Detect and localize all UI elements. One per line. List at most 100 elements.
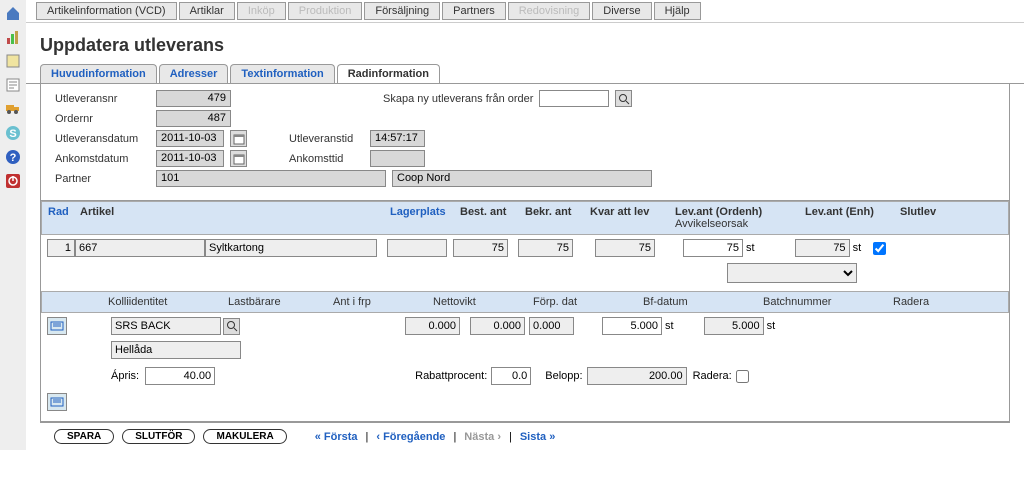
menu-inkop: Inköp [237,2,286,20]
rabatt-label: Rabattprocent: [415,370,487,382]
col-bekr-ant: Bekr. ant [525,206,590,230]
edit-icon[interactable] [4,76,22,94]
menu-artiklar[interactable]: Artiklar [179,2,235,20]
menu-forsaljning[interactable]: Försäljning [364,2,440,20]
row-rad [47,239,75,257]
nettovikt-field [405,317,460,335]
belopp-field [587,367,687,385]
partner-label: Partner [55,173,150,185]
svg-text:?: ? [10,152,17,164]
nav-forsta[interactable]: « Första [315,431,358,443]
ordernr-field: 487 [156,110,231,127]
utleveranstid-label: Utleveranstid [289,133,364,145]
col-kvar: Kvar att lev [590,206,675,230]
search-icon[interactable] [615,90,632,107]
menu-hjalp[interactable]: Hjälp [654,2,701,20]
footer: SPARA SLUTFÖR MAKULERA « Första | ‹ Före… [40,422,1010,450]
chart-icon[interactable] [4,28,22,46]
top-menu: Artikelinformation (VCD) Artiklar Inköp … [26,0,1024,23]
nav-nasta: Nästa › [464,431,501,443]
unit-st: st [767,320,776,332]
help-icon[interactable]: ? [4,148,22,166]
skapa-label: Skapa ny utleverans från order [383,93,533,105]
radera-checkbox[interactable] [736,370,749,383]
col-nettovikt: Nettovikt [433,296,533,308]
col-lagerplats: Lagerplats [390,206,460,230]
row-artcode [75,239,205,257]
col-rad: Rad [48,206,80,230]
bf-ro-field [529,317,574,335]
power-icon[interactable] [4,172,22,190]
col-slutlev: Slutlev [900,206,945,230]
col-forp-dat: Förp. dat [533,296,643,308]
menu-diverse[interactable]: Diverse [592,2,651,20]
ankomstdatum-label: Ankomstdatum [55,153,150,165]
apris-label: Ápris: [111,370,139,382]
lastbarare1-field [111,317,221,335]
truck-icon[interactable] [4,100,22,118]
belopp-label: Belopp: [545,370,582,382]
ankomstdatum-field: 2011-10-03 [156,150,224,167]
row-lev-ordenh[interactable] [683,239,743,257]
utleveransdatum-field: 2011-10-03 [156,130,224,147]
radera-label: Radera: [693,370,732,382]
info-icon[interactable]: S [4,124,22,142]
note-icon[interactable] [4,52,22,70]
ankomsttid-field [370,150,425,167]
col-lev-ordenh: Lev.ant (Ordenh) [675,206,805,218]
sep: | [366,431,369,443]
add-row-icon[interactable] [47,393,67,411]
makulera-button[interactable]: MAKULERA [203,429,286,444]
page-title: Uppdatera utleverans [26,23,1024,64]
partner-name-field: Coop Nord [392,170,652,187]
unit-st: st [746,242,755,254]
skapa-order-input[interactable] [539,90,609,107]
col-radera: Radera [893,296,953,308]
subtabs: Huvudinformation Adresser Textinformatio… [26,64,1024,84]
calendar-icon[interactable] [230,130,247,147]
nav-foregaende[interactable]: ‹ Föregående [376,431,445,443]
svg-text:S: S [9,128,16,140]
search-icon[interactable] [223,318,240,335]
col-ant-i-frp: Ant i frp [333,296,433,308]
slutfor-button[interactable]: SLUTFÖR [122,429,195,444]
tab-huvudinformation[interactable]: Huvudinformation [40,64,157,83]
home-icon[interactable] [4,4,22,22]
menu-partners[interactable]: Partners [442,2,506,20]
col-artikel: Artikel [80,206,390,230]
spara-button[interactable]: SPARA [54,429,114,444]
avvikelse-select[interactable] [727,263,857,283]
row-artname [205,239,377,257]
tab-adresser[interactable]: Adresser [159,64,229,83]
row-detail-icon[interactable] [47,317,67,335]
col-lev-enh: Lev.ant (Enh) [805,206,900,230]
sep: | [509,431,512,443]
utleveransnr-field: 479 [156,90,231,107]
bf-in-field[interactable] [602,317,662,335]
row-slutlev-checkbox[interactable] [873,242,886,255]
ankomsttid-label: Ankomsttid [289,153,364,165]
calendar-icon[interactable] [230,150,247,167]
unit-st: st [665,320,674,332]
row-best-ant [453,239,508,257]
menu-artikelinfo[interactable]: Artikelinformation (VCD) [36,2,177,20]
row-bekr-ant [518,239,573,257]
rabatt-input[interactable] [491,367,531,385]
utleveranstid-field: 14:57:17 [370,130,425,147]
unit-st: st [853,242,862,254]
col-best-ant: Best. ant [460,206,525,230]
nav-sista[interactable]: Sista » [520,431,555,443]
col-bf-datum: Bf-datum [643,296,763,308]
menu-produktion: Produktion [288,2,363,20]
row-lev-enh [795,239,850,257]
lastbarare2-field [111,341,241,359]
col-avvikelse: Avvikelseorsak [675,218,805,230]
row-lagerplats [387,239,447,257]
utleveransnr-label: Utleveransnr [55,93,150,105]
ordernr-label: Ordernr [55,113,150,125]
tab-radinformation[interactable]: Radinformation [337,64,440,83]
forp-dat-field [470,317,525,335]
row-kvar [595,239,655,257]
apris-input[interactable] [145,367,215,385]
tab-textinformation[interactable]: Textinformation [230,64,334,83]
